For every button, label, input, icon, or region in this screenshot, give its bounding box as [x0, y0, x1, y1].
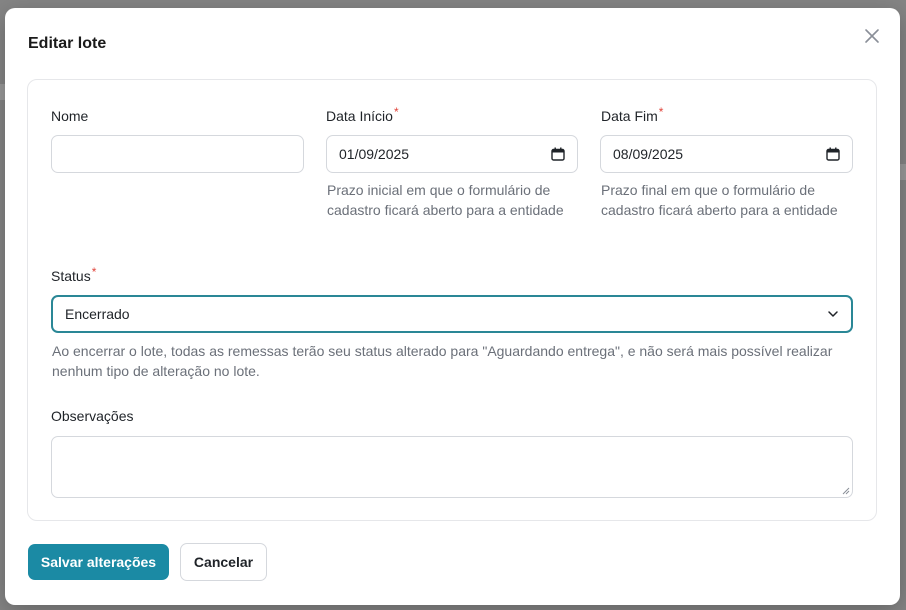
save-button[interactable]: Salvar alterações [28, 544, 169, 580]
calendar-icon[interactable] [551, 147, 565, 161]
data-fim-help: Prazo final em que o formulário de cadas… [601, 182, 838, 218]
observacoes-textarea[interactable] [51, 436, 853, 498]
data-inicio-label: Data Início* [326, 105, 399, 124]
status-select[interactable]: Encerrado [51, 295, 853, 333]
status-selected-value: Encerrado [65, 306, 130, 322]
calendar-icon[interactable] [826, 147, 840, 161]
observacoes-label: Observações [51, 408, 134, 424]
modal-title: Editar lote [28, 35, 107, 52]
data-fim-label: Data Fim* [601, 105, 664, 124]
status-help: Ao encerrar o lote, todas as remessas te… [52, 343, 833, 379]
status-label: Status* [51, 265, 97, 284]
edit-batch-modal: Editar lote Nome Data Início* 01/09/2025 [5, 8, 900, 605]
form-card: Nome Data Início* 01/09/2025 Prazo inici… [27, 79, 877, 521]
close-icon [865, 29, 879, 43]
chevron-down-icon [827, 308, 839, 320]
required-mark: * [393, 105, 399, 119]
data-fim-value: 08/09/2025 [613, 146, 684, 162]
data-inicio-help: Prazo inicial em que o formulário de cad… [327, 182, 564, 218]
cancel-button[interactable]: Cancelar [180, 543, 267, 581]
nome-label: Nome [51, 108, 89, 124]
data-inicio-value: 01/09/2025 [339, 146, 410, 162]
close-button[interactable] [862, 26, 882, 46]
background-edge [900, 164, 906, 180]
nome-input[interactable] [51, 135, 304, 173]
resize-handle-icon[interactable] [842, 487, 850, 495]
data-inicio-input[interactable]: 01/09/2025 [326, 135, 578, 173]
required-mark: * [91, 265, 97, 279]
required-mark: * [658, 105, 664, 119]
data-fim-input[interactable]: 08/09/2025 [600, 135, 853, 173]
